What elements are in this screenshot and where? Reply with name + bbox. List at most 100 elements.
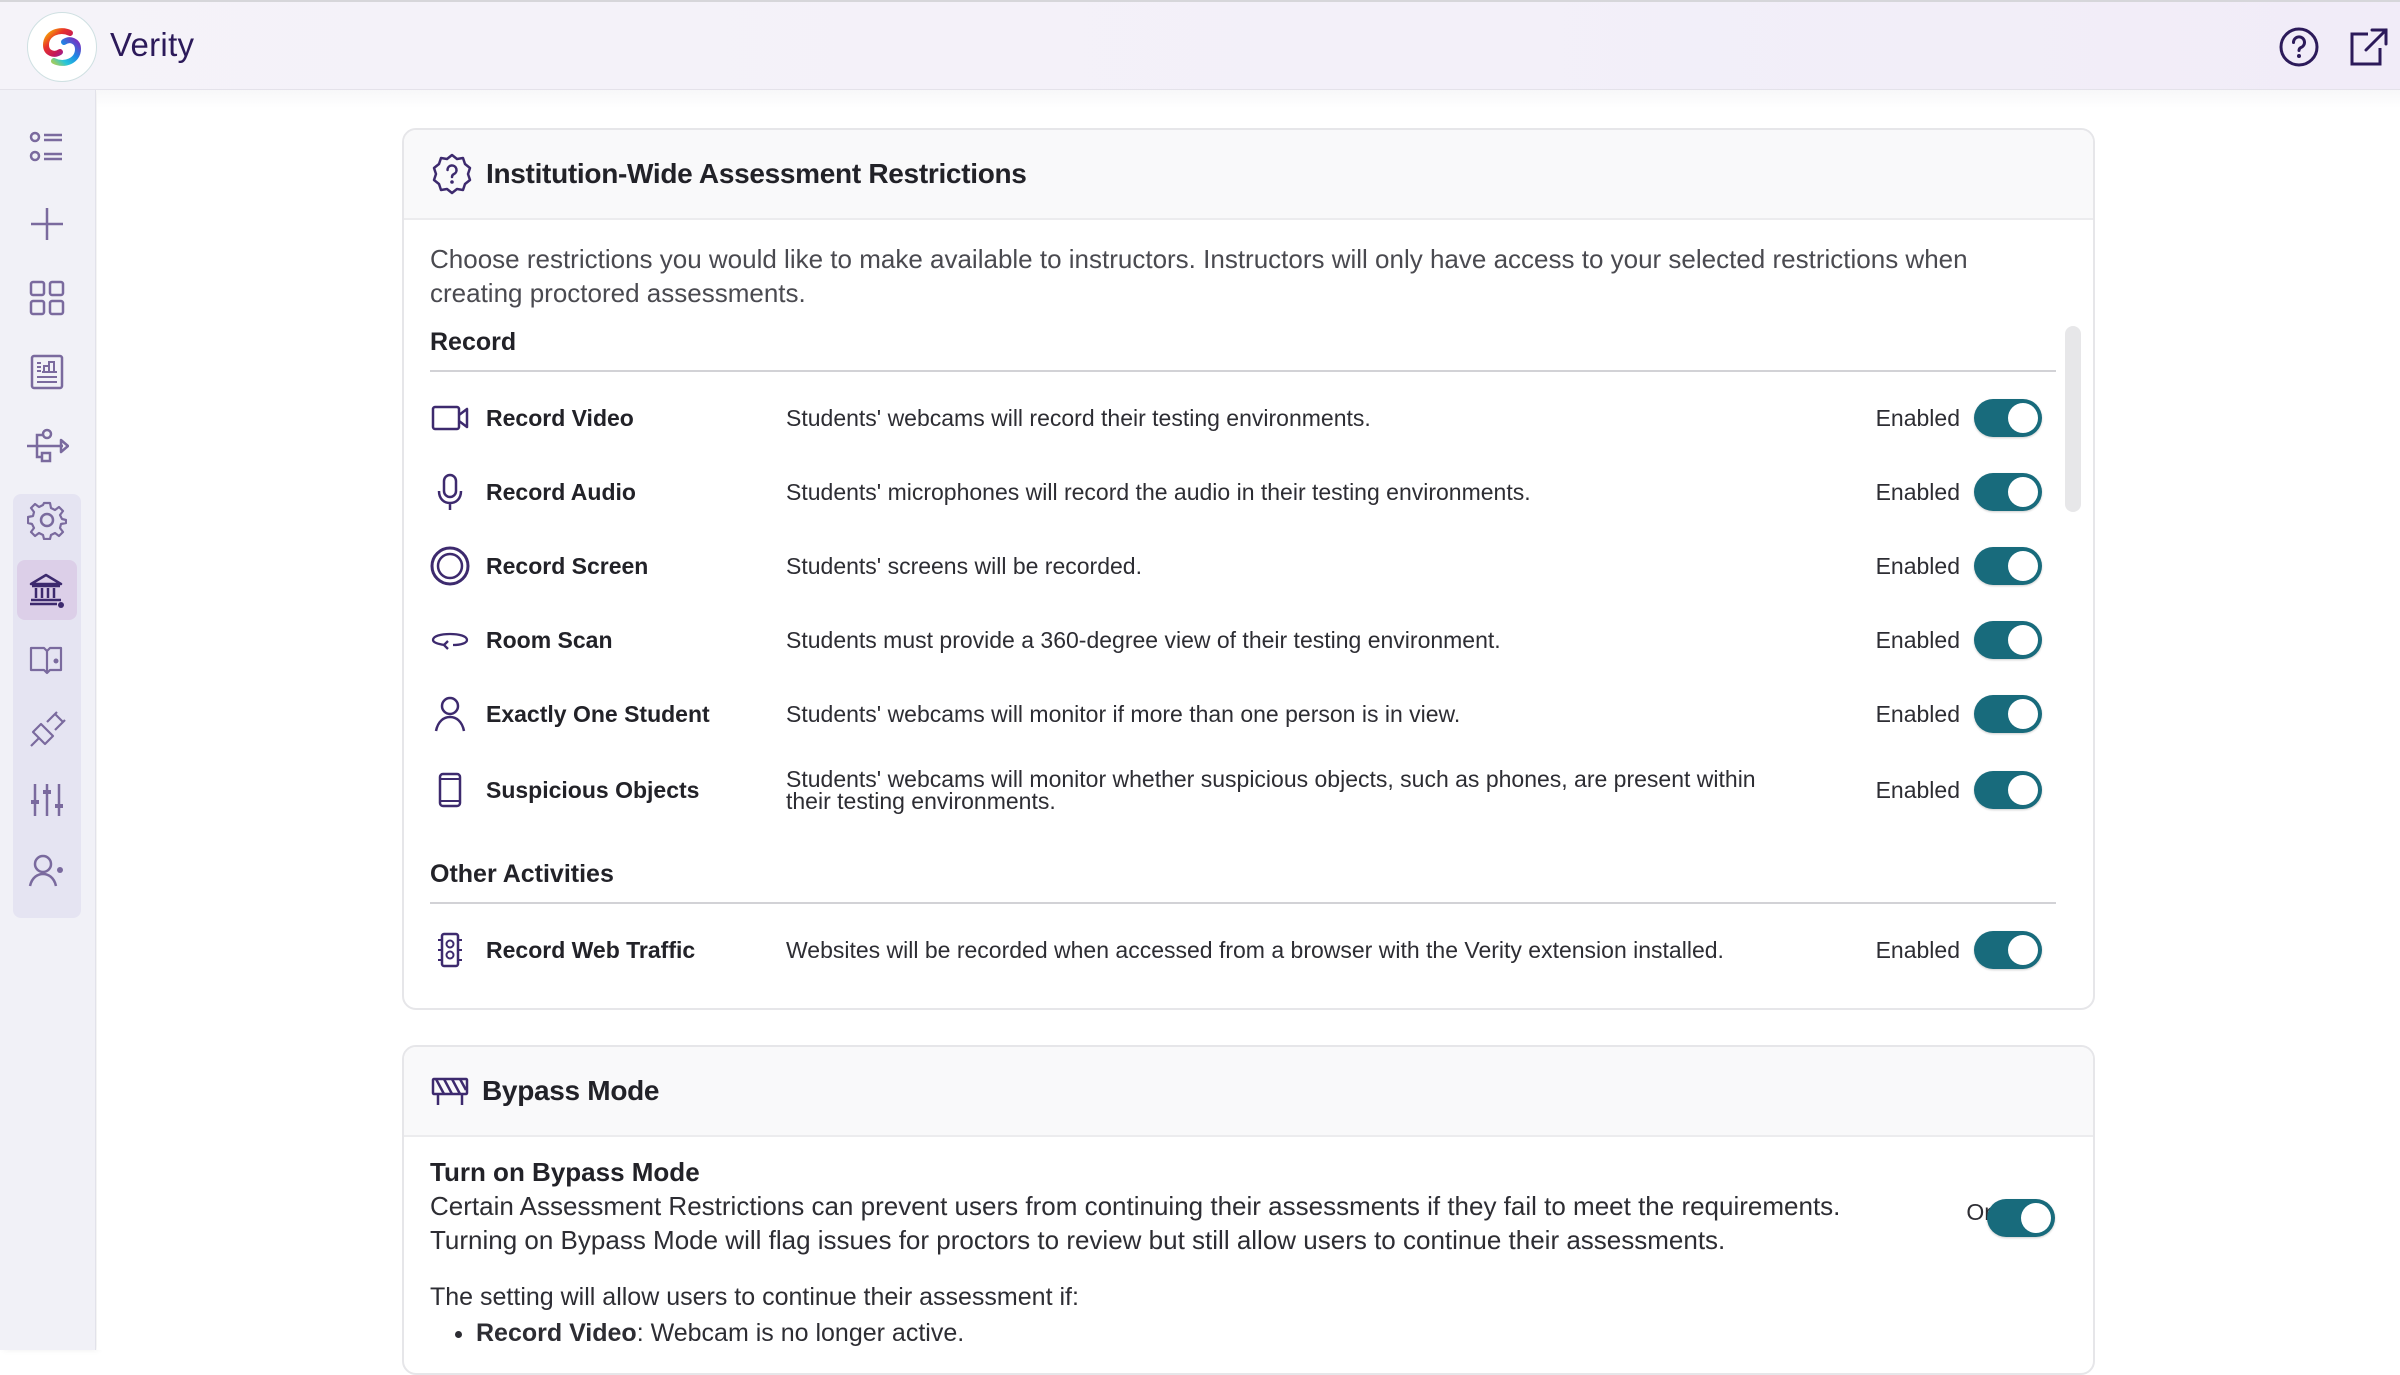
restriction-name: Record Screen <box>486 552 649 579</box>
section-divider <box>430 902 2056 904</box>
sidebar-item-institution-settings[interactable] <box>17 560 77 620</box>
restriction-description: Students' webcams will monitor if more t… <box>786 701 1461 727</box>
restriction-name: Record Audio <box>486 478 636 505</box>
bypass-condition-text: : Webcam is no longer active. <box>636 1319 965 1347</box>
sidebar-item-plugin-settings[interactable] <box>17 700 77 760</box>
record-screen-toggle[interactable] <box>1974 547 2042 585</box>
restriction-name: Exactly One Student <box>486 700 710 727</box>
restriction-status: Enabled <box>1875 776 1960 803</box>
bypass-mode-toggle[interactable] <box>1987 1199 2055 1237</box>
help-circle-icon <box>2279 27 2319 67</box>
toggle-knob <box>2008 477 2038 507</box>
bypass-description: Certain Assessment Restrictions can prev… <box>430 1191 1841 1255</box>
sliders-icon <box>31 784 63 816</box>
record-audio-toggle[interactable] <box>1974 473 2042 511</box>
bypass-conditions-list: Record Video: Webcam is no longer active… <box>476 1319 964 1348</box>
sidebar-item-course-settings[interactable] <box>17 630 77 690</box>
toggle-knob <box>2008 403 2038 433</box>
verity-logo-icon <box>42 28 82 66</box>
top-shadow <box>97 90 2400 108</box>
section-divider <box>430 370 2056 372</box>
toggle-knob <box>2008 775 2038 805</box>
toggle-knob <box>2021 1203 2051 1233</box>
sidebar-item-integrations[interactable] <box>17 416 77 476</box>
restriction-row-exactly-one-student: Exactly One Student Students' webcams wi… <box>430 684 2056 744</box>
bypass-condition-term: Record Video <box>476 1319 637 1347</box>
bypass-mode-card: Bypass Mode Turn on Bypass Mode Certain … <box>402 1045 2095 1375</box>
web-traffic-icon <box>438 932 462 968</box>
bypass-card-title: Bypass Mode <box>482 1075 660 1106</box>
restriction-row-record-audio: Record Audio Students' microphones will … <box>430 462 2056 522</box>
restriction-status: Enabled <box>1875 552 1960 579</box>
toggle-knob <box>2008 699 2038 729</box>
sidebar-item-dashboard[interactable] <box>17 268 77 328</box>
top-bar: Verity <box>0 0 2400 90</box>
restriction-name: Suspicious Objects <box>486 776 700 803</box>
usb-icon <box>27 428 69 463</box>
record-web-traffic-toggle[interactable] <box>1974 931 2042 969</box>
room-scan-toggle[interactable] <box>1974 621 2042 659</box>
gear-icon <box>27 501 67 540</box>
suspicious-objects-toggle[interactable] <box>1974 771 2042 809</box>
external-link-icon <box>2350 28 2388 66</box>
exactly-one-student-toggle[interactable] <box>1974 695 2042 733</box>
restriction-description: Students' microphones will record the au… <box>786 479 1531 505</box>
sidebar-item-reports[interactable] <box>17 342 77 402</box>
sidebar-nav <box>0 90 96 1350</box>
phone-icon <box>438 772 462 808</box>
restriction-description: Websites will be recorded when accessed … <box>786 937 1724 963</box>
record-screen-icon <box>430 546 470 586</box>
restrictions-card: Institution-Wide Assessment Restrictions… <box>402 128 2095 1010</box>
book-gear-icon <box>29 646 63 675</box>
sidebar-item-add[interactable] <box>17 194 77 254</box>
restriction-status: Enabled <box>1875 478 1960 505</box>
app-title: Verity <box>110 26 195 63</box>
restriction-row-room-scan: Room Scan Students must provide a 360-de… <box>430 610 2056 670</box>
microphone-icon <box>437 473 463 510</box>
restriction-description: Students' screens will be recorded. <box>786 553 1142 579</box>
grid-icon <box>29 280 65 316</box>
report-icon <box>30 354 64 390</box>
barrier-icon <box>431 1077 469 1105</box>
section-title-other-activities: Other Activities <box>430 860 614 888</box>
bypass-card-header: Bypass Mode <box>404 1047 2093 1137</box>
restriction-description: Students' webcams will monitor whether s… <box>786 766 1756 814</box>
toggle-knob <box>2008 551 2038 581</box>
restriction-status: Enabled <box>1875 936 1960 963</box>
restriction-name: Record Video <box>486 404 634 431</box>
restriction-row-record-screen: Record Screen Students' screens will be … <box>430 536 2056 596</box>
restriction-status: Enabled <box>1875 700 1960 727</box>
verity-logo[interactable] <box>27 12 97 82</box>
restriction-description: Students' webcams will record their test… <box>786 405 1371 431</box>
plug-icon <box>30 711 66 747</box>
restriction-row-suspicious-objects: Suspicious Objects Students' webcams wil… <box>430 760 2056 820</box>
plus-icon <box>31 208 63 240</box>
restriction-name: Record Web Traffic <box>486 936 696 963</box>
restriction-row-record-video: Record Video Students' webcams will reco… <box>430 388 2056 448</box>
help-button[interactable] <box>2276 24 2322 70</box>
restrictions-card-title: Institution-Wide Assessment Restrictions <box>486 158 1027 189</box>
restrictions-intro: Choose restrictions you would like to ma… <box>430 244 1968 308</box>
badge-question-icon <box>432 153 472 195</box>
room-scan-icon <box>431 632 469 650</box>
restriction-row-record-web-traffic: Record Web Traffic Websites will be reco… <box>430 920 2056 980</box>
restrictions-card-header: Institution-Wide Assessment Restrictions <box>404 130 2093 220</box>
institution-gear-icon <box>29 573 64 608</box>
restriction-status: Enabled <box>1875 626 1960 653</box>
section-title-record: Record <box>430 328 517 356</box>
toggle-knob <box>2008 625 2038 655</box>
list-icon <box>29 131 62 162</box>
bypass-condition-item: Record Video: Webcam is no longer active… <box>476 1319 964 1348</box>
open-external-button[interactable] <box>2346 24 2392 70</box>
video-camera-icon <box>431 405 469 431</box>
restriction-status: Enabled <box>1875 404 1960 431</box>
sidebar-item-user-settings[interactable] <box>17 840 77 900</box>
sidebar-item-list[interactable] <box>17 118 77 178</box>
record-video-toggle[interactable] <box>1974 399 2042 437</box>
restrictions-scrollbar[interactable] <box>2065 326 2081 512</box>
toggle-knob <box>2008 935 2038 965</box>
person-icon <box>434 696 466 732</box>
sidebar-item-preferences[interactable] <box>17 770 77 830</box>
sidebar-item-settings[interactable] <box>17 490 77 550</box>
bypass-list-intro: The setting will allow users to continue… <box>430 1283 1079 1311</box>
